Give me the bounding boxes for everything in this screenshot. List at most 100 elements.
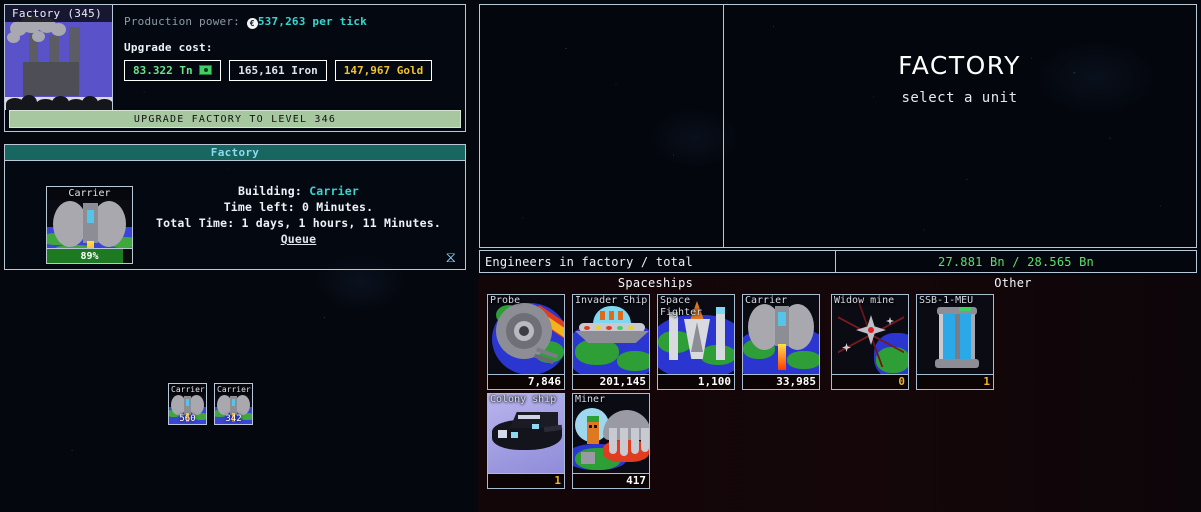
total-time-line: Total Time: 1 days, 1 hours, 11 Minutes. <box>156 216 441 230</box>
store-header-spaceships: Spaceships <box>617 276 694 290</box>
store-card-colony-ship[interactable]: Colony ship 1 <box>487 393 565 489</box>
miner-operator-eye <box>589 425 592 428</box>
carrier-cockpit <box>232 399 235 406</box>
factory-upgrade-panel: Factory (345) Production power: €537,263… <box>4 4 466 132</box>
ssb-1-meu-art <box>917 295 993 375</box>
fighter-wing-right <box>716 312 725 360</box>
miner-operator <box>587 420 599 444</box>
miner-cart <box>581 452 595 464</box>
viewer-divider <box>723 5 724 247</box>
store-card-count: 0 <box>832 374 908 389</box>
queue-item-caption: Carrier <box>169 384 206 395</box>
current-build-caption: Carrier <box>47 187 132 200</box>
probe-art <box>488 295 564 375</box>
cost-tn-text: 83.322 Tn <box>133 64 193 77</box>
store-card-caption: Invader Ship <box>575 295 648 306</box>
probe-eye-inner <box>519 326 529 336</box>
coal-pile <box>5 94 112 110</box>
widow-mine-art <box>832 295 908 375</box>
ufo-light <box>628 326 634 330</box>
carrier-wing-left <box>53 201 87 247</box>
miner-operator-helmet <box>587 416 599 422</box>
building-unit-name: Carrier <box>309 184 360 198</box>
smoke-puff <box>7 32 20 43</box>
miner-leg <box>609 428 617 454</box>
store-card-carrier[interactable]: Carrier 33,985 <box>742 294 820 390</box>
upgrade-cost-row: 83.322 Tn 165,161 Iron 147,967 Gold <box>124 60 465 81</box>
cost-gold: 147,967 Gold <box>334 60 433 81</box>
store-card-miner[interactable]: Miner 417 <box>572 393 650 489</box>
unit-store: Spaceships Other Probe 7,846 Invader Shi… <box>478 276 1201 512</box>
ufo-alien <box>600 311 605 320</box>
store-card-space-fighter[interactable]: Space Fighter 1,100 <box>657 294 735 390</box>
store-card-widow-mine[interactable]: Widow mine 0 <box>831 294 909 390</box>
production-status-text: Building: Carrier Time left: 0 Minutes. … <box>140 183 457 247</box>
store-card-caption: Carrier <box>745 295 788 306</box>
engineers-value: 27.881 Bn / 28.565 Bn <box>938 254 1094 269</box>
store-card-count: 417 <box>573 473 649 488</box>
production-power-value: 537,263 per tick <box>257 15 367 28</box>
carrier-cockpit <box>778 312 786 326</box>
queue-item-qty: 342 <box>225 414 242 424</box>
current-build-card[interactable]: Carrier 89% <box>46 186 133 264</box>
cost-tn: 83.322 Tn <box>124 60 222 81</box>
factory-base <box>23 62 79 96</box>
hourglass-icon[interactable]: ⧖ <box>445 250 456 265</box>
ssb-indicator <box>959 307 971 311</box>
carrier-cockpit <box>186 399 189 406</box>
queue-item-1[interactable]: Carrier 560 <box>168 383 207 425</box>
store-card-caption: Miner <box>575 394 606 405</box>
carrier-wing-right <box>189 395 204 415</box>
store-card-caption: SSB-1-MEU <box>919 295 974 306</box>
cost-iron: 165,161 Iron <box>229 60 327 81</box>
upgrade-factory-button[interactable]: UPGRADE FACTORY TO LEVEL 346 <box>9 110 461 128</box>
queue-link[interactable]: Queue <box>281 232 317 246</box>
credits-coin-icon: € <box>246 18 258 29</box>
miner-leg <box>631 428 639 454</box>
ufo-light <box>584 326 590 330</box>
queue-link-wrap: Queue <box>140 231 457 247</box>
left-column: Factory (345) Production power: €537,263… <box>0 0 470 425</box>
viewer-subtitle: select a unit <box>901 90 1018 106</box>
store-card-count: 7,846 <box>488 374 564 389</box>
queue-item-2[interactable]: Carrier 342 <box>214 383 253 425</box>
money-icon <box>199 65 213 75</box>
ufo-light <box>617 326 623 330</box>
viewer-starfield <box>480 5 1196 247</box>
factory-building-thumbnail[interactable]: Factory (345) <box>5 5 113 110</box>
store-card-count: 201,145 <box>573 374 649 389</box>
store-card-caption: Space Fighter <box>660 295 703 318</box>
unit-viewer-panel: FACTORY select a unit <box>479 4 1197 248</box>
store-card-caption: Colony ship <box>490 394 557 405</box>
production-panel-body: Carrier 89% Building: Carrier Time left:… <box>5 161 465 425</box>
smoke-puff <box>51 23 66 36</box>
miner-art <box>573 394 649 474</box>
time-left-line: Time left: 0 Minutes. <box>223 200 374 214</box>
colony-window <box>511 432 518 438</box>
store-card-count: 1 <box>917 374 993 389</box>
queue-item-caption: Carrier <box>215 384 252 395</box>
store-headers: Spaceships Other <box>478 276 1201 294</box>
store-card-caption: Probe <box>490 295 521 306</box>
ssb-spine <box>955 314 960 362</box>
miner-leg <box>620 428 628 456</box>
build-progress-bar: 89% <box>47 248 132 263</box>
upgrade-cost-label: Upgrade cost: <box>124 41 213 54</box>
building-label: Building: <box>237 184 303 198</box>
engineers-bar: Engineers in factory / total 27.881 Bn /… <box>479 250 1197 273</box>
fighter-wing-left <box>669 312 678 360</box>
factory-production-panel: Factory Carrier 89% Building: Carrier Ti… <box>4 144 466 425</box>
carrier-cockpit <box>87 210 94 223</box>
mine-core <box>868 327 874 333</box>
store-card-probe[interactable]: Probe 7,846 <box>487 294 565 390</box>
right-column: FACTORY select a unit Engineers in facto… <box>478 0 1201 512</box>
smoke-puff <box>32 31 45 42</box>
carrier-wing-right <box>235 395 250 415</box>
factory-thumbnail-title: Factory (345) <box>5 5 112 22</box>
viewer-title: FACTORY <box>898 51 1021 80</box>
colony-window <box>532 424 539 429</box>
ssb-edge-right <box>971 314 975 362</box>
store-card-invader-ship[interactable]: Invader Ship 201,145 <box>572 294 650 390</box>
store-card-ssb-1-meu[interactable]: SSB-1-MEU 1 <box>916 294 994 390</box>
store-header-other: Other <box>994 276 1032 290</box>
